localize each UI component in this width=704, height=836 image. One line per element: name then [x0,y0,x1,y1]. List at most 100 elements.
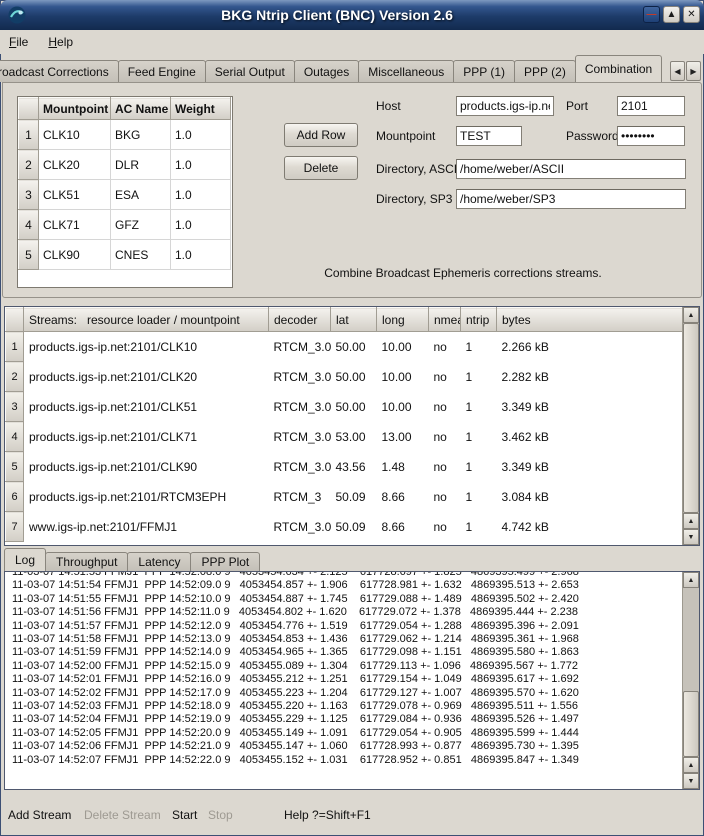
stream-row[interactable]: 1 products.igs-ip.net:2101/CLK10 RTCM_3.… [6,332,683,362]
cell-ac-name[interactable]: GFZ [111,210,171,240]
corner-cell [19,98,39,120]
cell-mountpoint[interactable]: CLK90 [39,240,111,270]
scroll-down-button[interactable]: ▼ [683,773,699,789]
stream-nmea: no [429,332,461,362]
combination-hint: Combine Broadcast Ephemeris corrections … [253,266,673,280]
cell-weight[interactable]: 1.0 [171,180,231,210]
cell-weight[interactable]: 1.0 [171,150,231,180]
log-line: 11-03-07 14:52:07 FFMJ1 PPP 14:52:22.0 9… [12,754,679,767]
stream-row[interactable]: 2 products.igs-ip.net:2101/CLK20 RTCM_3.… [6,362,683,392]
tab-ppp-plot[interactable]: PPP Plot [190,552,260,571]
menu-file[interactable]: File [9,35,28,49]
row-number: 4 [19,210,39,240]
tab-feed-engine[interactable]: Feed Engine [118,60,206,82]
window-title: BKG Ntrip Client (BNC) Version 2.6 [40,0,634,30]
tab-combination[interactable]: Combination [575,55,662,82]
tab-ppp-1[interactable]: PPP (1) [453,60,515,82]
cell-ac-name[interactable]: CNES [111,240,171,270]
delete-stream-button[interactable]: Delete Stream [84,808,161,822]
stream-mountpoint: products.igs-ip.net:2101/CLK90 [24,452,269,482]
tabs-row: Broadcast Corrections Feed Engine Serial… [0,55,661,82]
cell-ac-name[interactable]: ESA [111,180,171,210]
bnc-window: BKG Ntrip Client (BNC) Version 2.6 — ▲ ✕… [0,0,704,836]
stream-row[interactable]: 3 products.igs-ip.net:2101/CLK51 RTCM_3.… [6,392,683,422]
col-header-decoder: decoder [269,308,331,332]
titlebar[interactable]: BKG Ntrip Client (BNC) Version 2.6 — ▲ ✕ [0,0,704,30]
scroll-up-button[interactable]: ▲ [683,307,699,323]
host-label: Host [376,99,401,113]
password-field[interactable] [617,126,685,146]
cell-mountpoint[interactable]: CLK20 [39,150,111,180]
tab-latency[interactable]: Latency [127,552,191,571]
scroll-up-button[interactable]: ▲ [683,757,699,773]
log-scrollbar[interactable]: ▲ ▲ ▼ [682,572,699,789]
log-line: 11-03-07 14:52:02 FFMJ1 PPP 14:52:17.0 9… [12,687,679,700]
tab-ppp-2[interactable]: PPP (2) [514,60,576,82]
scroll-down-button[interactable]: ▼ [683,529,699,545]
stream-decoder: RTCM_3 [269,482,331,512]
add-row-button[interactable]: Add Row [284,123,358,147]
cell-weight[interactable]: 1.0 [171,240,231,270]
stream-row[interactable]: 6 products.igs-ip.net:2101/RTCM3EPH RTCM… [6,482,683,512]
stream-row[interactable]: 7 www.igs-ip.net:2101/FFMJ1 RTCM_3.0 50.… [6,512,683,542]
stream-long: 8.66 [377,482,429,512]
stream-mountpoint: products.igs-ip.net:2101/CLK51 [24,392,269,422]
add-stream-button[interactable]: Add Stream [8,808,71,822]
col-header-streams: Streams: resource loader / mountpoint [24,308,269,332]
tab-throughput[interactable]: Throughput [45,552,128,571]
log-line: 11-03-07 14:51:59 FFMJ1 PPP 14:52:14.0 9… [12,646,679,659]
col-header-mountpoint: Mountpoint [39,98,111,120]
directory-ascii-field[interactable] [456,159,686,179]
stream-row[interactable]: 4 products.igs-ip.net:2101/CLK71 RTCM_3.… [6,422,683,452]
log-line: 11-03-07 14:51:56 FFMJ1 PPP 14:52:11.0 9… [12,606,679,619]
tab-outages[interactable]: Outages [294,60,359,82]
tab-log[interactable]: Log [4,548,46,571]
stream-long: 13.00 [377,422,429,452]
stream-lat: 50.09 [331,512,377,542]
log-line: 11-03-07 14:52:05 FFMJ1 PPP 14:52:20.0 9… [12,727,679,740]
scroll-up-button[interactable]: ▲ [683,513,699,529]
stream-nmea: no [429,422,461,452]
tab-serial-output[interactable]: Serial Output [205,60,295,82]
close-button[interactable]: ✕ [683,6,700,23]
menu-help[interactable]: Help [48,35,73,49]
scroll-thumb[interactable] [683,323,699,513]
stream-row[interactable]: 5 products.igs-ip.net:2101/CLK90 RTCM_3.… [6,452,683,482]
log-line: 11-03-07 14:52:00 FFMJ1 PPP 14:52:15.0 9… [12,660,679,673]
stream-mountpoint: www.igs-ip.net:2101/FFMJ1 [24,512,269,542]
cell-ac-name[interactable]: BKG [111,120,171,150]
cell-weight[interactable]: 1.0 [171,120,231,150]
tab-scroll-left-button[interactable]: ◀ [670,61,685,81]
cell-ac-name[interactable]: DLR [111,150,171,180]
stream-ntrip: 1 [461,512,497,542]
stream-row-number: 6 [6,482,24,512]
tab-broadcast-corrections[interactable]: Broadcast Corrections [0,60,119,82]
host-field[interactable] [456,96,554,116]
log-line: 11-03-07 14:51:55 FFMJ1 PPP 14:52:10.0 9… [12,593,679,606]
col-header-bytes: bytes [497,308,683,332]
start-button[interactable]: Start [172,808,197,822]
minimize-button[interactable]: — [643,6,660,23]
tab-scroll-right-button[interactable]: ▶ [686,61,701,81]
cell-weight[interactable]: 1.0 [171,210,231,240]
streams-scrollbar[interactable]: ▲ ▲ ▼ [682,307,699,545]
mountpoint-field[interactable] [456,126,522,146]
directory-sp3-field[interactable] [456,189,686,209]
delete-button[interactable]: Delete [284,156,358,180]
port-field[interactable] [617,96,685,116]
maximize-button[interactable]: ▲ [663,6,680,23]
mountpoint-label: Mountpoint [376,129,435,143]
combination-table-row: 5 CLK90 CNES 1.0 [19,240,231,270]
row-number: 1 [19,120,39,150]
cell-mountpoint[interactable]: CLK10 [39,120,111,150]
streams-table: Streams: resource loader / mountpoint de… [5,307,683,542]
log-line: 11-03-07 14:51:53 FFMJ1 PPP 14:52:08.0 9… [12,571,679,579]
tab-miscellaneous[interactable]: Miscellaneous [358,60,454,82]
stop-button[interactable]: Stop [208,808,233,822]
directory-sp3-label: Directory, SP3 [376,192,452,206]
scroll-up-button[interactable]: ▲ [683,572,699,588]
scroll-thumb[interactable] [683,691,699,757]
cell-mountpoint[interactable]: CLK51 [39,180,111,210]
cell-mountpoint[interactable]: CLK71 [39,210,111,240]
help-hint: Help ?=Shift+F1 [284,808,371,822]
